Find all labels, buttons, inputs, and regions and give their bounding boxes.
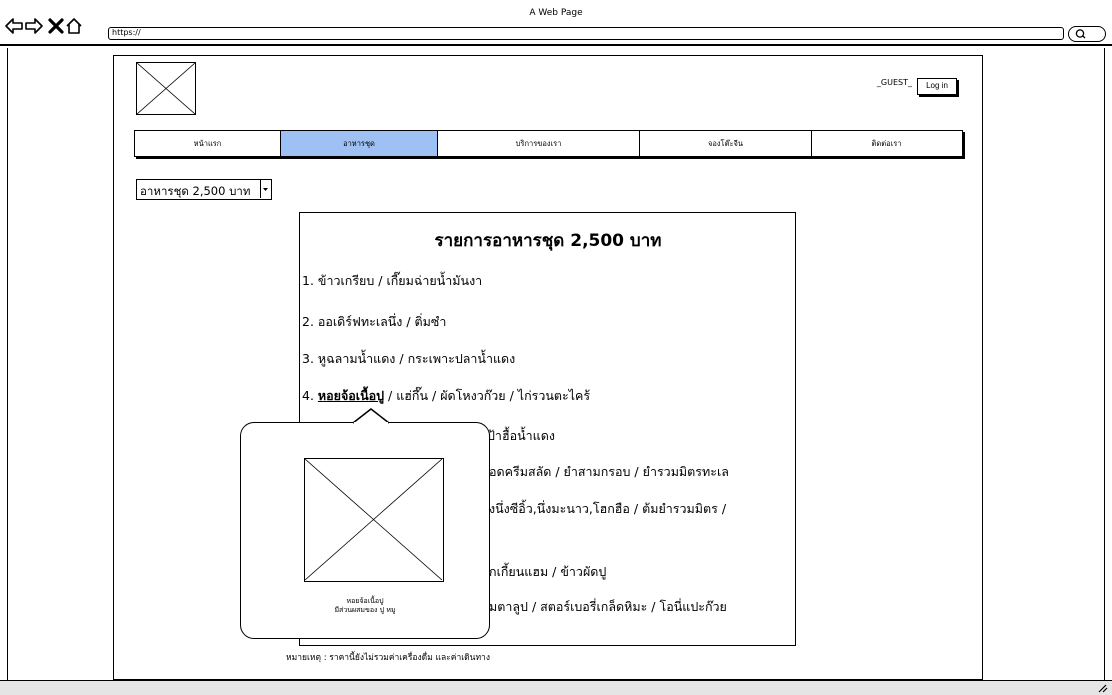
left-divider	[7, 48, 8, 680]
guest-label: _GUEST_	[876, 78, 912, 87]
close-x-icon[interactable]	[46, 16, 66, 36]
status-bar	[0, 680, 1112, 695]
menu-item: 1. ข้าวเกรียบ / เกี๊ยมฉ่ายน้ำมันงา	[302, 273, 483, 288]
window-title: A Web Page	[529, 8, 583, 18]
image-placeholder-icon	[305, 459, 442, 580]
tab-services[interactable]: บริการของเรา	[438, 131, 640, 156]
menu-item: 4. หอยจ้อเนื้อปู / แฮ่กึ๊น / ผัดโหงวก๊วย…	[302, 386, 590, 406]
menu-title: รายการอาหารชุด 2,500 บาท	[434, 231, 662, 251]
chevron-down-icon	[263, 188, 268, 191]
tooltip-caption-detail: มีส่วนผสมของ ปู หมู	[334, 606, 396, 614]
tab-home[interactable]: หน้าแรก	[135, 131, 281, 156]
menu-item: งนึ่งซีอิ้ว,นึ่งมะนาว,โฮกฮือ / ต้มยำรวมม…	[489, 501, 727, 516]
menu-item: มตาลูป / สตอร์เบอรี่เกล็ดหิมะ / โอนี่แปะ…	[489, 599, 727, 614]
tooltip-pointer	[353, 408, 389, 424]
back-arrow-icon[interactable]	[4, 16, 24, 36]
home-icon[interactable]	[64, 16, 84, 36]
search-button[interactable]	[1068, 26, 1106, 42]
logo-image-placeholder	[136, 62, 196, 115]
tab-book-table[interactable]: จองโต๊ะจีน	[640, 131, 812, 156]
price-note: หมายเหตุ : ราคานี้ยังไม่รวมค่าเครื่องดื่…	[286, 653, 490, 663]
tab-set-menu[interactable]: อาหารชุด	[281, 131, 438, 156]
set-menu-select[interactable]: อาหารชุด 2,500 บาท	[136, 179, 272, 200]
tab-contact[interactable]: ติดต่อเรา	[812, 131, 961, 156]
forward-arrow-icon[interactable]	[24, 16, 44, 36]
right-divider	[1104, 48, 1105, 680]
resize-grip-icon[interactable]	[1096, 683, 1108, 693]
menu-item-link[interactable]: หอยจ้อเนื้อปู	[318, 388, 384, 403]
image-placeholder-icon	[137, 63, 195, 114]
menu-item-number: 4.	[302, 388, 318, 403]
menu-item: อดครีมสลัด / ยำสามกรอบ / ยำรวมมิตรทะเล	[489, 464, 729, 479]
select-value: อาหารชุด 2,500 บาท	[140, 184, 251, 198]
dish-image-placeholder	[304, 458, 444, 582]
menu-item: 2. ออเดิร์ฟทะเลนึ่ง / ติ่มซำ	[302, 314, 447, 329]
menu-item: กเกี้ยนแฮม / ข้าวผัดปู	[489, 564, 607, 579]
search-icon	[1075, 29, 1086, 39]
menu-item: 3. หูฉลามน้ำแดง / กระเพาะปลาน้ำแดง	[302, 351, 516, 366]
login-button[interactable]: Log in	[917, 78, 957, 95]
menu-item-rest: / แฮ่กึ๊น / ผัดโหงวก๊วย / ไก่รวนตะไคร้	[384, 388, 591, 403]
address-bar[interactable]: https://	[108, 27, 1064, 40]
menu-item: ป้าฮื้อน้ำแดง	[487, 428, 555, 443]
main-navigation: หน้าแรก อาหารชุด บริการของเรา จองโต๊ะจีน…	[134, 130, 963, 157]
select-arrow[interactable]	[260, 180, 270, 198]
